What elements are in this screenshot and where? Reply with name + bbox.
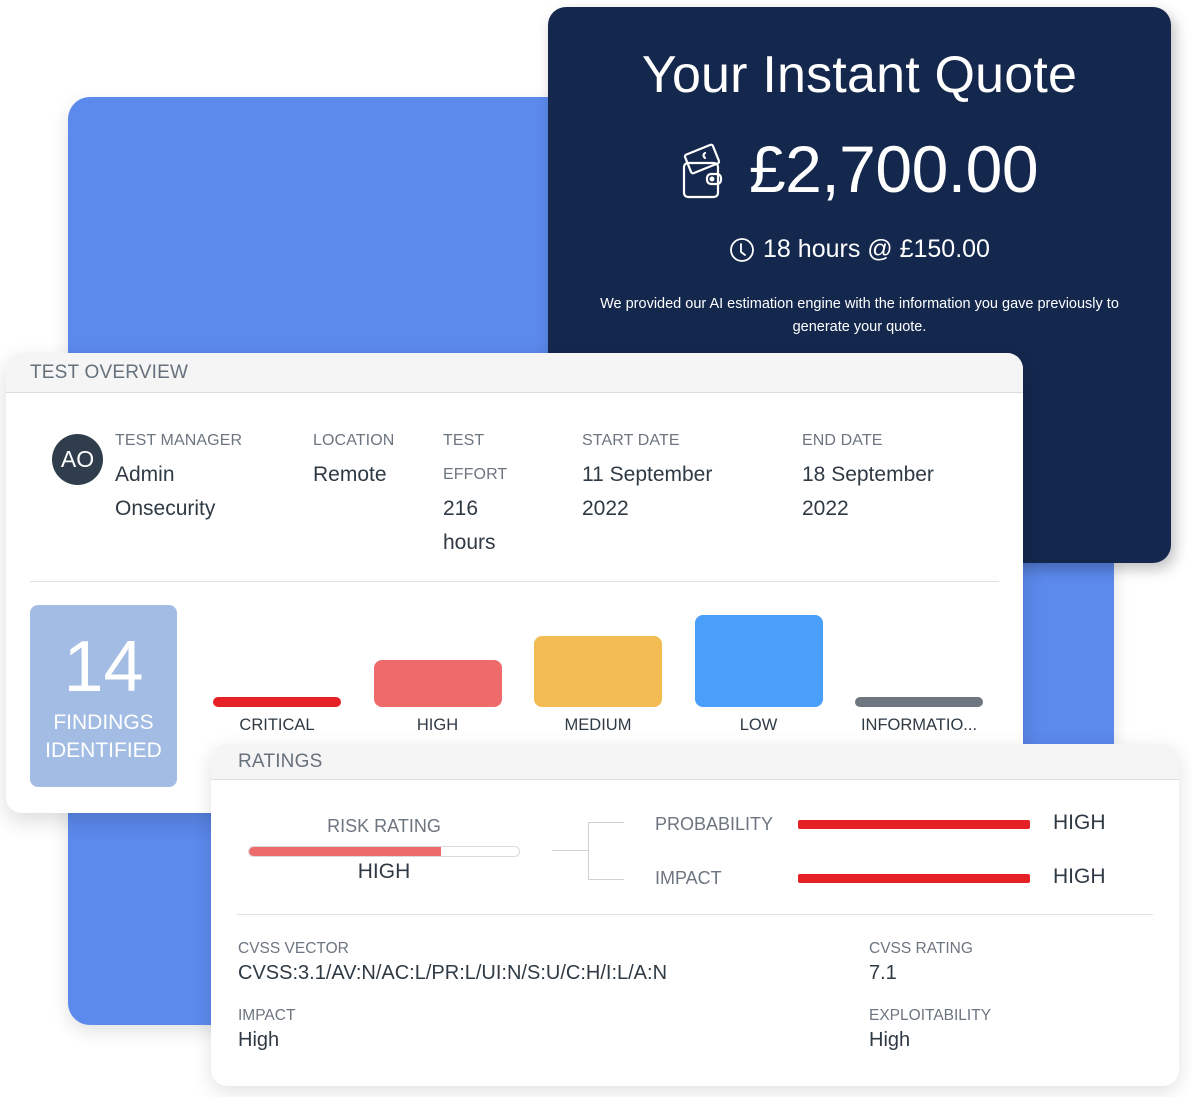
impact-detail-field: IMPACT High (238, 1007, 295, 1052)
test-effort-label-line1: TEST (443, 432, 485, 449)
quote-price-row: £2,700.00 (548, 131, 1171, 207)
impact-value: HIGH (1053, 865, 1106, 888)
bracket-connector (552, 850, 588, 851)
impact-detail-value: High (238, 1029, 280, 1051)
findings-count: 14 (63, 627, 144, 707)
test-overview-header: TEST OVERVIEW (6, 353, 1023, 393)
cvss-rating-value: 7.1 (869, 962, 897, 984)
severity-label: INFORMATIO... (860, 716, 978, 734)
test-effort-value-line1: 216 (443, 497, 479, 520)
severity-bar-critical (213, 697, 341, 707)
severity-label: CRITICAL (239, 716, 315, 734)
severity-bar-informatio (855, 697, 983, 707)
findings-label-line1: FINDINGS (53, 711, 154, 734)
start-date-value-line1: 11 September (582, 463, 713, 486)
ratings-divider (237, 914, 1153, 915)
test-manager-label: TEST MANAGER (115, 432, 243, 449)
severity-bar-medium (534, 635, 662, 707)
avatar: AO (52, 434, 103, 485)
start-date-field: START DATE 11 September 2022 (582, 424, 712, 526)
cvss-vector-field: CVSS VECTOR CVSS:3.1/AV:N/AC:L/PR:L/UI:N… (238, 940, 667, 985)
start-date-value-line2: 2022 (582, 497, 629, 520)
cvss-vector-label: CVSS VECTOR (238, 940, 349, 957)
exploitability-value: High (869, 1029, 911, 1051)
risk-rating-bar-fill (249, 847, 441, 856)
end-date-field: END DATE 18 September 2022 (802, 424, 934, 526)
probability-value: HIGH (1053, 811, 1106, 834)
quote-price: £2,700.00 (748, 132, 1039, 206)
risk-rating-bar (248, 846, 520, 857)
clock-icon (730, 237, 754, 262)
end-date-value-line1: 18 September (802, 463, 934, 486)
probability-label: PROBABILITY (655, 814, 774, 834)
location-value: Remote (313, 463, 387, 486)
exploitability-label: EXPLOITABILITY (869, 1007, 992, 1024)
overview-divider (30, 581, 999, 582)
test-manager-field: TEST MANAGER Admin Onsecurity (115, 424, 242, 526)
location-field: LOCATION Remote (313, 424, 394, 492)
test-manager-value-line1: Admin (115, 463, 175, 486)
bracket-lines (588, 822, 624, 880)
risk-rating-value: HIGH (357, 860, 411, 883)
severity-label: MEDIUM (564, 716, 632, 734)
start-date-label: START DATE (582, 432, 680, 449)
test-manager-value-line2: Onsecurity (115, 497, 216, 520)
risk-rating-label: RISK RATING (327, 816, 441, 836)
ratings-header: RATINGS (211, 744, 1179, 780)
quote-description: We provided our AI estimation engine wit… (600, 296, 1119, 335)
wallet-icon (682, 143, 723, 199)
probability-bar (798, 820, 1030, 829)
ratings-card: RATINGS RISK RATING HIGH PROBABILITY HIG… (211, 744, 1179, 1086)
severity-label: HIGH (416, 716, 459, 734)
findings-count-box: 14 FINDINGS IDENTIFIED (30, 605, 177, 787)
location-label: LOCATION (313, 432, 395, 449)
impact-label: IMPACT (655, 868, 722, 888)
exploitability-field: EXPLOITABILITY High (869, 1007, 991, 1052)
quote-title: Your Instant Quote (641, 46, 1078, 104)
impact-bar (798, 874, 1030, 883)
findings-label-line2: IDENTIFIED (45, 739, 162, 762)
test-effort-field: TEST EFFORT 216 hours (443, 424, 507, 560)
end-date-value-line2: 2022 (802, 497, 849, 520)
test-effort-value-line2: hours (443, 531, 496, 554)
cvss-rating-field: CVSS RATING 7.1 (869, 940, 973, 985)
test-effort-label-line2: EFFORT (443, 466, 508, 483)
severity-bar-high (373, 660, 502, 707)
severity-label: LOW (739, 716, 778, 734)
quote-hours-row: 18 hours @ £150.00 (548, 235, 1171, 264)
end-date-label: END DATE (802, 432, 883, 449)
cvss-vector-value: CVSS:3.1/AV:N/AC:L/PR:L/UI:N/S:U/C:H/I:L… (238, 962, 668, 984)
quote-hours-text: 18 hours @ £150.00 (763, 235, 990, 263)
impact-detail-label: IMPACT (238, 1007, 296, 1024)
severity-bar-low (694, 615, 823, 707)
cvss-rating-label: CVSS RATING (869, 940, 973, 957)
